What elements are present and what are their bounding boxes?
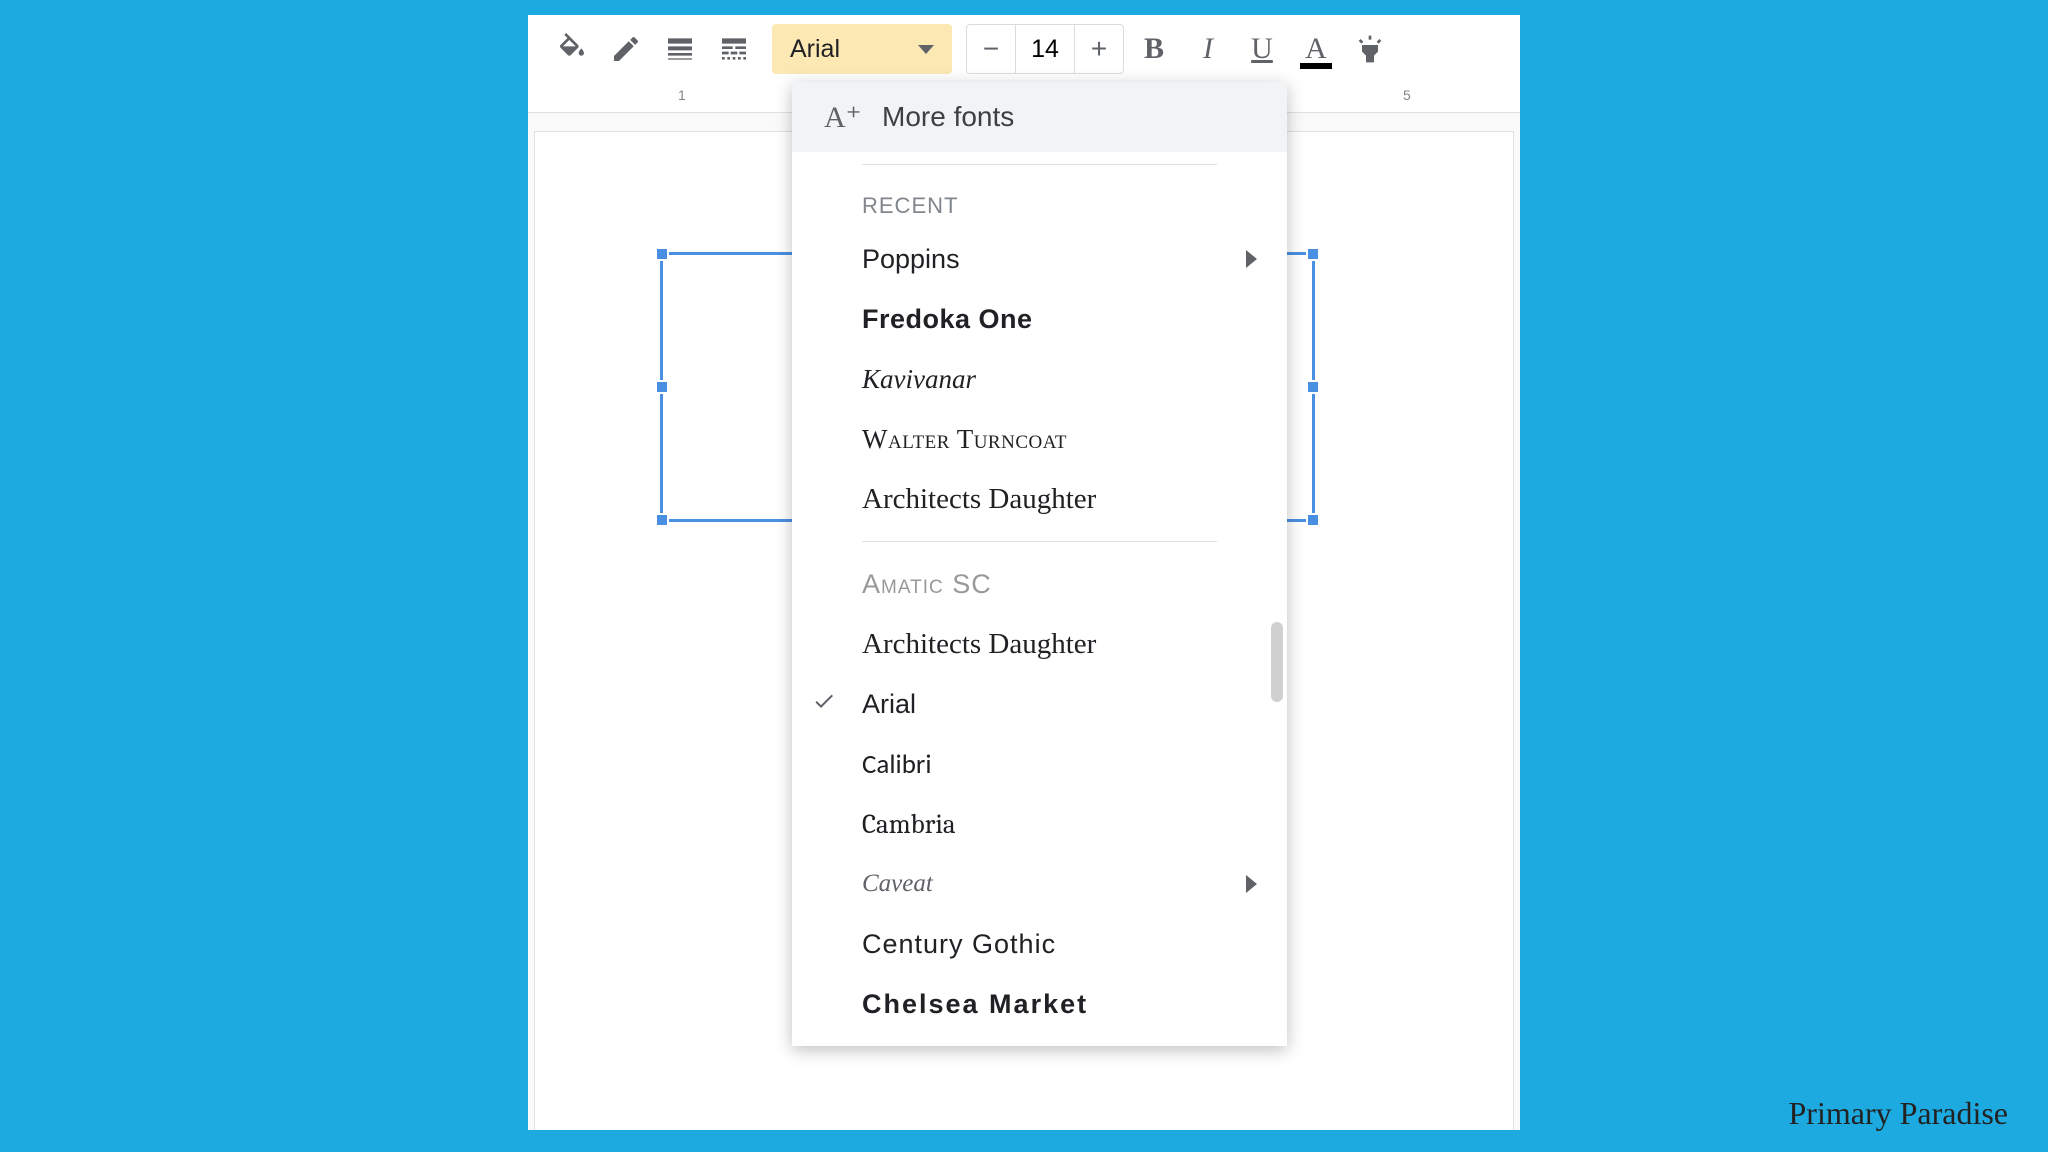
resize-handle[interactable] xyxy=(1306,513,1320,527)
font-name-label: Arial xyxy=(790,35,840,64)
font-item[interactable]: Caveat xyxy=(792,854,1287,914)
fill-color-icon[interactable] xyxy=(548,25,596,73)
line-weight-icon[interactable] xyxy=(656,25,704,73)
bold-button[interactable]: B xyxy=(1130,25,1178,73)
more-fonts-label: More fonts xyxy=(882,101,1014,133)
font-item[interactable]: Chelsea Market xyxy=(792,974,1287,1034)
watermark: Primary Paradise xyxy=(1789,1095,2009,1132)
font-item[interactable]: Fredoka One xyxy=(792,289,1287,349)
font-item[interactable]: Walter Turncoat xyxy=(792,409,1287,469)
add-font-icon: A⁺ xyxy=(824,100,862,135)
font-item[interactable]: Architects Daughter xyxy=(792,614,1287,674)
italic-button[interactable]: I xyxy=(1184,25,1232,73)
divider xyxy=(862,541,1217,542)
highlight-icon[interactable] xyxy=(1346,25,1394,73)
text-color-button[interactable]: A xyxy=(1292,25,1340,73)
checkmark-icon xyxy=(812,689,836,720)
divider xyxy=(862,164,1217,165)
more-fonts-item[interactable]: A⁺ More fonts xyxy=(792,82,1287,152)
underline-button[interactable]: U xyxy=(1238,25,1286,73)
font-item[interactable]: Calibri xyxy=(792,734,1287,794)
font-item[interactable]: Kavivanar xyxy=(792,349,1287,409)
pencil-icon[interactable] xyxy=(602,25,650,73)
resize-handle[interactable] xyxy=(655,380,669,394)
font-size-control: − 14 + xyxy=(966,24,1124,74)
ruler-mark: 5 xyxy=(1403,87,1411,103)
ruler-mark: 1 xyxy=(678,87,686,103)
resize-handle[interactable] xyxy=(655,247,669,261)
line-style-icon[interactable] xyxy=(710,25,758,73)
resize-handle[interactable] xyxy=(655,513,669,527)
app-frame: Arial − 14 + B I U A 1 5 xyxy=(528,15,1520,1130)
font-item[interactable]: Architects Daughter xyxy=(792,469,1287,529)
font-dropdown-menu: A⁺ More fonts RECENT PoppinsFredoka OneK… xyxy=(792,82,1287,1046)
font-item[interactable]: Cambria xyxy=(792,794,1287,854)
scrollbar-thumb[interactable] xyxy=(1271,622,1283,702)
resize-handle[interactable] xyxy=(1306,247,1320,261)
submenu-arrow-icon xyxy=(1246,875,1257,893)
toolbar: Arial − 14 + B I U A xyxy=(528,15,1520,83)
submenu-arrow-icon xyxy=(1246,250,1257,268)
font-size-value[interactable]: 14 xyxy=(1015,25,1075,73)
caret-down-icon xyxy=(918,45,934,54)
recent-section-label: RECENT xyxy=(792,177,1287,229)
font-item[interactable]: Century Gothic xyxy=(792,914,1287,974)
decrease-size-button[interactable]: − xyxy=(967,25,1015,73)
resize-handle[interactable] xyxy=(1306,380,1320,394)
font-selector[interactable]: Arial xyxy=(772,24,952,74)
font-item[interactable]: Poppins xyxy=(792,229,1287,289)
font-item[interactable]: Arial xyxy=(792,674,1287,734)
font-item[interactable]: Amatic SC xyxy=(792,554,1287,614)
increase-size-button[interactable]: + xyxy=(1075,25,1123,73)
